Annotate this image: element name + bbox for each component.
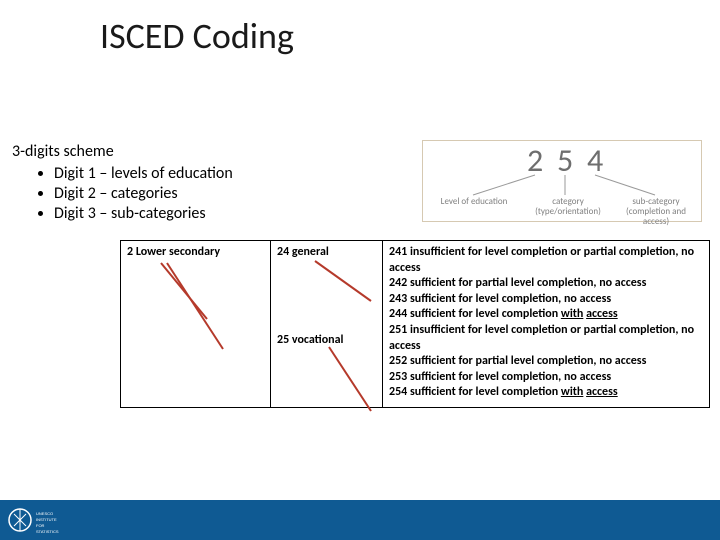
sub-241: 241 insufficient for level completion or… <box>389 245 703 276</box>
scheme-block: 3-digits scheme Digit 1 – levels of educ… <box>12 142 233 224</box>
svg-text:UNESCO: UNESCO <box>36 511 53 516</box>
sub-254: 254 sufficient for level completion with… <box>389 385 703 401</box>
sub-251: 251 insufficient for level completion or… <box>389 323 703 354</box>
diagram-label-level: Level of education <box>429 197 519 207</box>
footer-bar: UNESCO INSTITUTE FOR STATISTICS <box>0 500 720 540</box>
scheme-item-2: Digit 2 – categories <box>54 184 233 204</box>
sub-252: 252 sufficient for partial level complet… <box>389 354 703 370</box>
sub-244: 244 sufficient for level completion with… <box>389 307 703 323</box>
svg-text:INSTITUTE: INSTITUTE <box>36 517 57 522</box>
scheme-item-1: Digit 1 – levels of education <box>54 164 233 184</box>
diagram-label-category: category (type/orientation) <box>533 197 603 217</box>
level-label: Lower secondary <box>136 245 220 259</box>
sub-242: 242 sufficient for partial level complet… <box>389 276 703 292</box>
sub-243: 243 sufficient for level completion, no … <box>389 292 703 308</box>
slide: ISCED Coding 3-digits scheme Digit 1 – l… <box>0 0 720 540</box>
category-general: 24 general <box>277 245 376 261</box>
table-col-category: 24 general 25 vocational <box>271 241 383 407</box>
scheme-list: Digit 1 – levels of education Digit 2 – … <box>12 164 233 224</box>
diagram-label-subcategory: sub-category (completion and access) <box>613 197 699 227</box>
svg-text:STATISTICS: STATISTICS <box>36 529 59 534</box>
svg-text:FOR: FOR <box>36 523 45 528</box>
scheme-heading: 3-digits scheme <box>12 142 233 162</box>
page-title: ISCED Coding <box>100 14 294 58</box>
scheme-item-3: Digit 3 – sub-categories <box>54 204 233 224</box>
digits-diagram: 2 5 4 Level of education category (type/… <box>422 140 702 222</box>
col2-arrows <box>271 241 383 461</box>
category-vocational: 25 vocational <box>277 333 376 349</box>
table-col-subcategory: 241 insufficient for level completion or… <box>383 241 709 407</box>
level-code: 2 <box>127 245 133 259</box>
col1-arrows <box>121 241 271 461</box>
table-col-level: 2 Lower secondary <box>121 241 271 407</box>
sub-253: 253 sufficient for level completion, no … <box>389 370 703 386</box>
coding-table: 2 Lower secondary 24 general 25 vocation… <box>120 240 710 408</box>
unesco-uis-logo: UNESCO INSTITUTE FOR STATISTICS <box>6 504 66 536</box>
